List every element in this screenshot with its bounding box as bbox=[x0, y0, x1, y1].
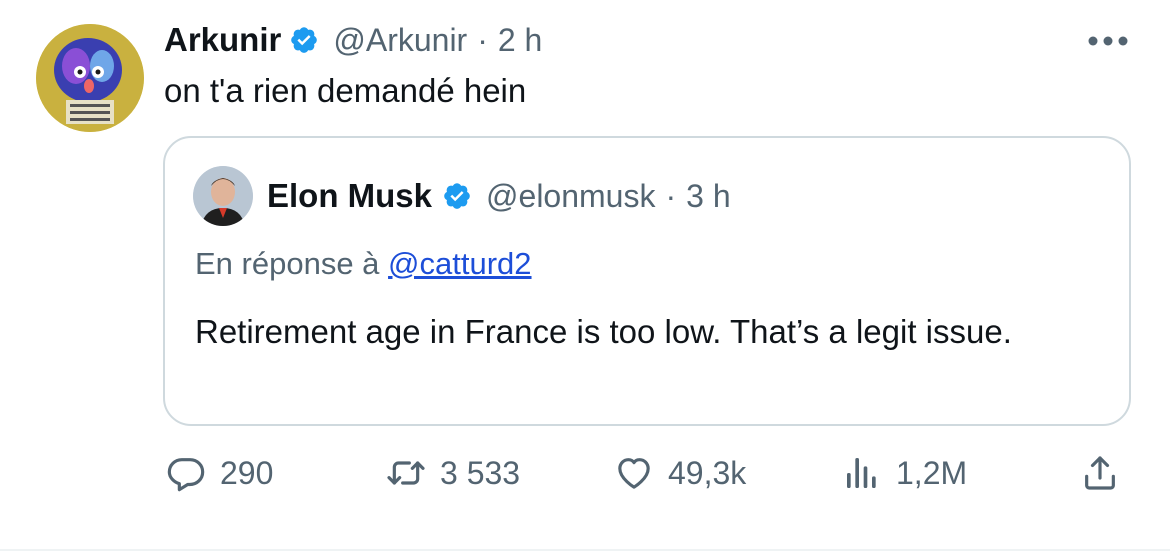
heart-icon bbox=[614, 453, 654, 493]
quoted-handle[interactable]: @elonmusk bbox=[486, 178, 655, 215]
reply-prefix: En réponse à bbox=[195, 246, 380, 281]
quoted-avatar[interactable] bbox=[193, 166, 253, 226]
reply-mention-link[interactable]: @catturd2 bbox=[388, 246, 531, 281]
reply-context: En réponse à @catturd2 bbox=[195, 246, 532, 282]
separator-dot: · bbox=[665, 177, 677, 214]
retweet-icon bbox=[386, 453, 426, 493]
divider bbox=[0, 549, 1170, 551]
display-name[interactable]: Arkunir bbox=[164, 21, 281, 59]
quoted-timestamp[interactable]: 3 h bbox=[686, 178, 730, 215]
retweet-button[interactable]: 3 533 bbox=[386, 440, 520, 506]
share-icon bbox=[1080, 453, 1120, 493]
like-button[interactable]: 49,3k bbox=[614, 440, 746, 506]
quoted-display-name[interactable]: Elon Musk bbox=[267, 177, 432, 215]
quoted-tweet-text: Retirement age in France is too low. Tha… bbox=[195, 313, 1012, 350]
reply-icon bbox=[166, 453, 206, 493]
reply-count: 290 bbox=[220, 454, 274, 491]
share-button[interactable] bbox=[1080, 440, 1120, 506]
tweet[interactable]: Arkunir @Arkunir · 2 h on t'a rien deman… bbox=[0, 0, 1170, 553]
view-count: 1,2M bbox=[896, 454, 968, 491]
separator-dot: · bbox=[477, 21, 488, 58]
retweet-count: 3 533 bbox=[440, 454, 521, 491]
tweet-text: on t'a rien demandé hein bbox=[164, 72, 527, 109]
action-bar: 290 3 533 49,3k 1,2M bbox=[0, 440, 1170, 510]
verified-badge-icon bbox=[442, 181, 472, 211]
timestamp[interactable]: 2 h bbox=[498, 22, 542, 59]
views-button[interactable]: 1,2M bbox=[842, 440, 967, 506]
quoted-tweet[interactable]: Elon Musk @elonmusk · 3 h En réponse à @… bbox=[163, 136, 1131, 426]
more-horizontal-icon[interactable] bbox=[1086, 34, 1130, 48]
avatar[interactable] bbox=[36, 24, 144, 132]
reply-button[interactable]: 290 bbox=[166, 440, 273, 506]
views-icon bbox=[842, 453, 882, 493]
quoted-header: Elon Musk @elonmusk · 3 h bbox=[267, 174, 731, 218]
handle[interactable]: @Arkunir bbox=[333, 22, 467, 59]
tweet-header: Arkunir @Arkunir · 2 h bbox=[164, 18, 542, 62]
like-count: 49,3k bbox=[668, 454, 747, 491]
verified-badge-icon bbox=[289, 25, 319, 55]
